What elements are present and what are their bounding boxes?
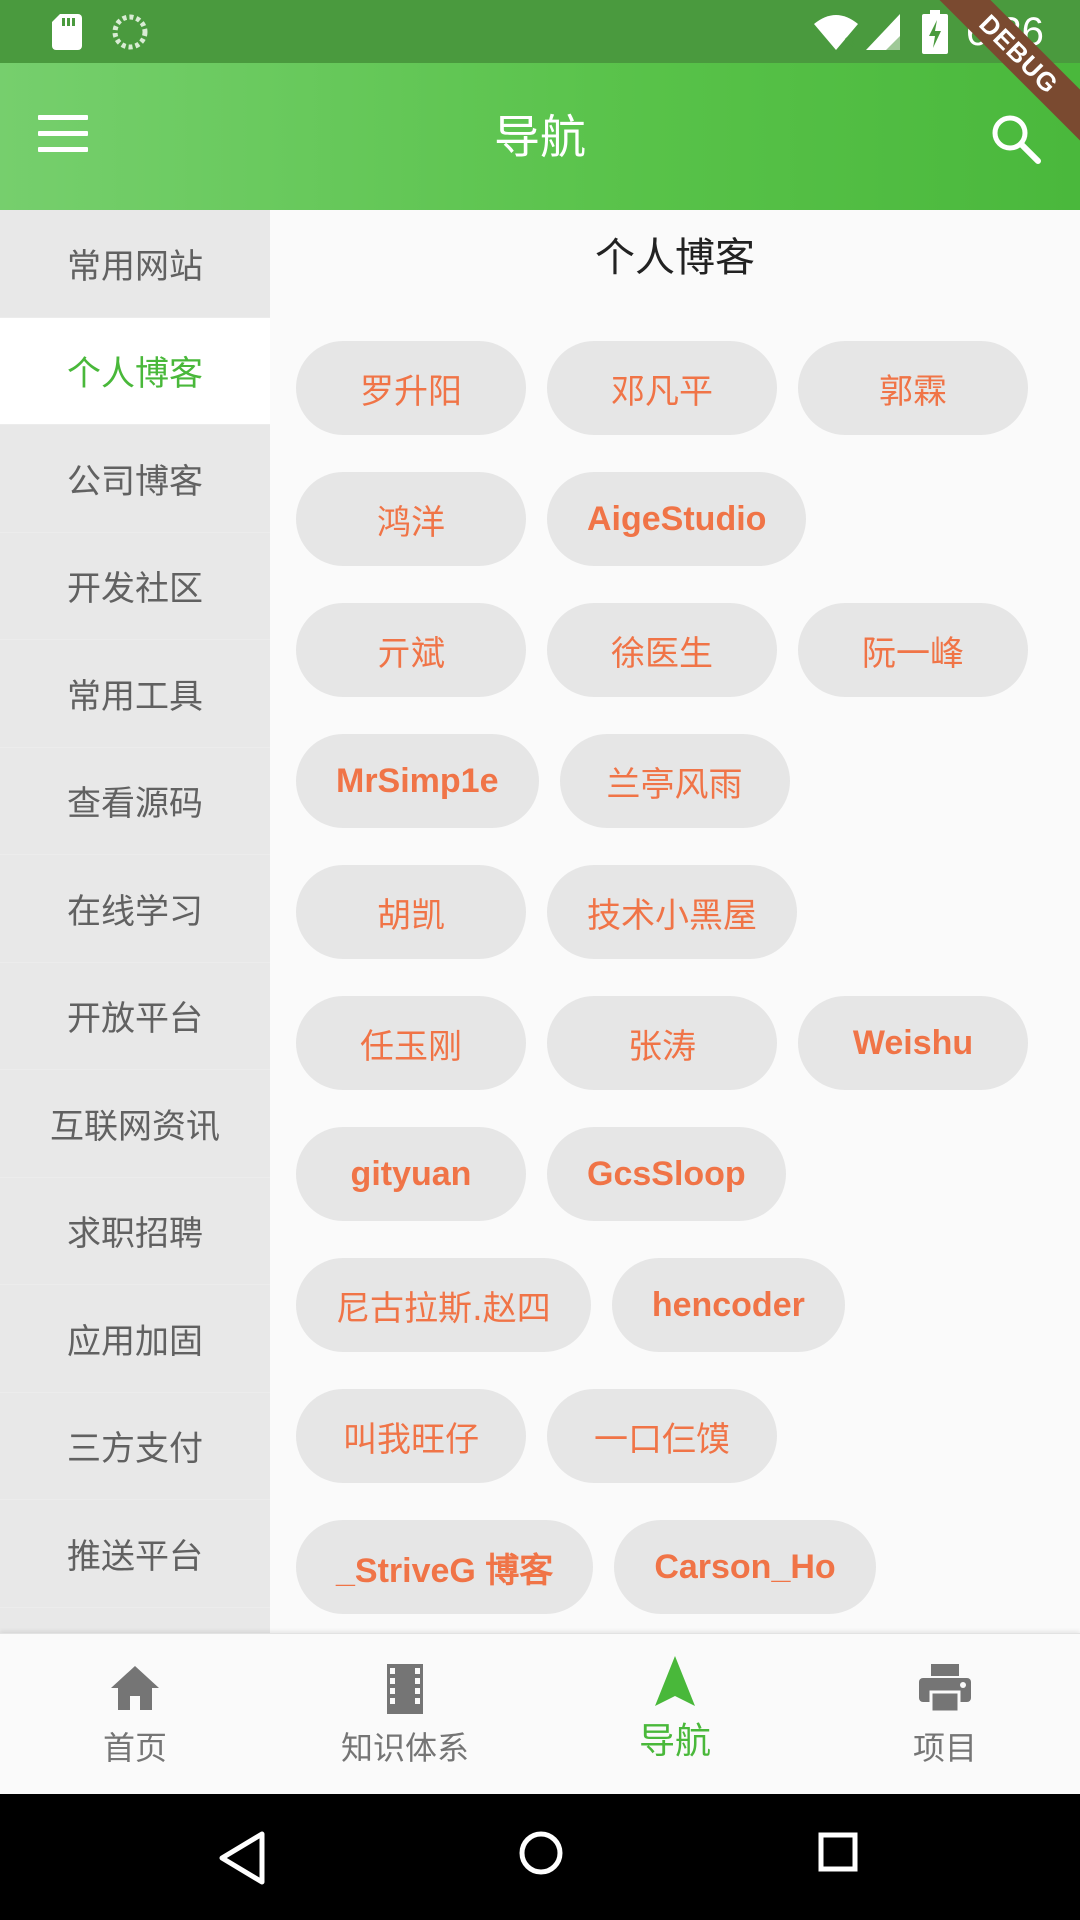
category-sidebar: 常用网站 个人博客 公司博客 开发社区 常用工具 查看源码 在线学习 开放平台 互联网资讯 求职招…	[0, 210, 270, 1633]
sidebar-item[interactable]: 常用网站	[0, 210, 270, 318]
nav-label: 项目	[912, 1729, 977, 1767]
chip-row: 罗升阳 邓凡平 郭霖	[296, 341, 1056, 472]
blog-chip[interactable]: GcsSloop	[547, 1127, 786, 1221]
blog-chip[interactable]: 兰亭风雨	[559, 734, 790, 828]
blog-chip[interactable]: 张涛	[547, 996, 777, 1090]
chip-row: 胡凯 技术小黑屋	[296, 865, 1056, 996]
blog-chip[interactable]: MrSimp1e	[296, 734, 539, 828]
nav-item-home[interactable]: 首页	[0, 1634, 270, 1795]
chip-row: 尼古拉斯.赵四 hencoder	[296, 1258, 1056, 1389]
blog-chip[interactable]: 徐医生	[547, 603, 777, 697]
blog-chip[interactable]: _StriveG 博客	[296, 1520, 594, 1614]
sidebar-item[interactable]: 个人博客	[0, 317, 270, 425]
sidebar-item[interactable]: 推送平台	[0, 1500, 270, 1608]
blog-chip[interactable]: hencoder	[611, 1258, 845, 1352]
blog-chip[interactable]: 一口仨馍	[547, 1389, 777, 1483]
blog-chip[interactable]: Carson_Ho	[614, 1520, 876, 1614]
blog-chip[interactable]: 罗升阳	[296, 341, 526, 435]
sidebar-item[interactable]: 在线学习	[0, 855, 270, 963]
chip-row: 亓斌 徐医生 阮一峰	[296, 603, 1056, 734]
blog-chip[interactable]: Weishu	[798, 996, 1028, 1090]
chip-row: 任玉刚 张涛 Weishu	[296, 996, 1056, 1127]
content-panel: 个人博客 罗升阳 邓凡平 郭霖 鸿洋 AigeStudio 亓斌 徐医生 阮一峰 MrSimp1…	[270, 210, 1080, 1633]
blog-chip[interactable]: 鸿洋	[296, 472, 526, 566]
film-icon	[387, 1664, 423, 1714]
sidebar-item[interactable]: 开发社区	[0, 533, 270, 640]
app-bar: 导航	[0, 63, 1080, 210]
sidebar-item[interactable]: 求职招聘	[0, 1178, 270, 1285]
nav-item-navigation[interactable]: 导航	[540, 1634, 810, 1795]
sidebar-item[interactable]: 开放平台	[0, 963, 270, 1070]
navigation-arrow-icon	[655, 1656, 695, 1706]
blog-chip[interactable]: 技术小黑屋	[547, 865, 797, 959]
blog-chip[interactable]: AigeStudio	[547, 472, 807, 566]
blog-chip[interactable]: 郭霖	[798, 341, 1028, 435]
section-title: 个人博客	[595, 235, 755, 281]
sd-card-icon	[52, 14, 82, 50]
sidebar-item[interactable]: 常用工具	[0, 640, 270, 748]
blog-chip[interactable]: 邓凡平	[547, 341, 777, 435]
nav-item-projects[interactable]: 项目	[810, 1634, 1080, 1795]
wifi-icon	[814, 15, 858, 50]
chip-row: 鸿洋 AigeStudio	[296, 472, 1056, 603]
nav-label: 导航	[638, 1721, 711, 1762]
sync-icon	[112, 14, 148, 50]
nav-label: 首页	[102, 1729, 167, 1767]
bottom-navigation: 首页 知识体系 导航 项目	[0, 1633, 1080, 1794]
sidebar-item[interactable]: 应用加固	[0, 1285, 270, 1393]
battery-charging-icon	[922, 10, 948, 54]
nav-label: 知识体系	[340, 1729, 469, 1767]
blog-chip[interactable]: gityuan	[296, 1127, 526, 1221]
chip-row: MrSimp1e 兰亭风雨	[296, 734, 1056, 865]
chip-row: _StriveG 博客 Carson_Ho	[296, 1520, 1056, 1633]
status-bar: 6:26	[0, 0, 1080, 63]
sidebar-item[interactable]: 三方支付	[0, 1393, 270, 1500]
home-icon	[111, 1666, 159, 1710]
system-navigation-bar	[0, 1794, 1080, 1920]
blog-chip[interactable]: 叫我旺仔	[296, 1389, 526, 1483]
blog-chip[interactable]: 亓斌	[296, 603, 526, 697]
signal-icon	[866, 14, 900, 50]
sidebar-item[interactable]: 互联网资讯	[0, 1070, 270, 1178]
blog-chip[interactable]: 任玉刚	[296, 996, 526, 1090]
chip-row: gityuan GcsSloop	[296, 1127, 1056, 1258]
home-circle-icon[interactable]	[518, 1830, 564, 1876]
blog-chip-list: 罗升阳 邓凡平 郭霖 鸿洋 AigeStudio 亓斌 徐医生 阮一峰 MrSimp1e 兰亭风雨…	[296, 341, 1056, 1633]
back-icon[interactable]	[216, 1830, 268, 1886]
search-icon[interactable]	[990, 113, 1042, 165]
recent-apps-icon[interactable]	[818, 1832, 858, 1872]
blog-chip[interactable]: 胡凯	[296, 865, 526, 959]
blog-chip[interactable]: 阮一峰	[798, 603, 1028, 697]
nav-item-knowledge[interactable]: 知识体系	[270, 1634, 540, 1795]
printer-icon	[919, 1664, 971, 1714]
sidebar-item[interactable]: 查看源码	[0, 748, 270, 855]
page-title: 导航	[494, 110, 586, 164]
chip-row: 叫我旺仔 一口仨馍	[296, 1389, 1056, 1520]
blog-chip[interactable]: 尼古拉斯.赵四	[296, 1258, 591, 1352]
sidebar-item[interactable]: 公司博客	[0, 425, 270, 533]
